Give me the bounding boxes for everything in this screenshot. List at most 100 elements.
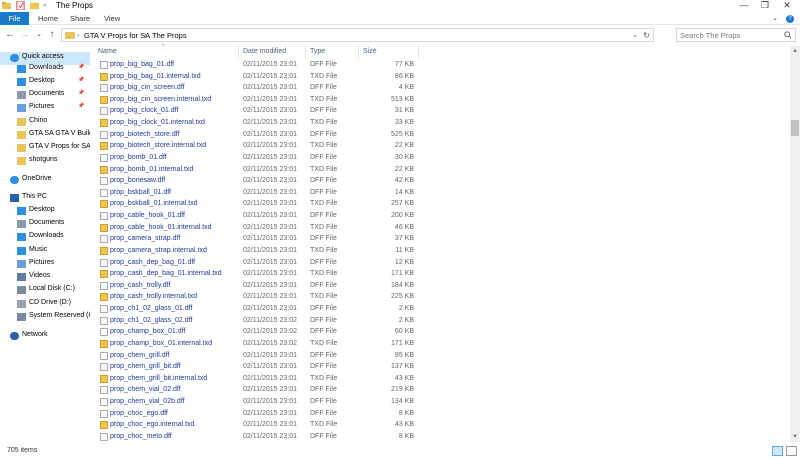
sidebar-item[interactable]: Downloads 📌 — [0, 63, 90, 76]
column-header-type[interactable]: Type — [310, 48, 325, 55]
file-name: prop_cash_trolly.dff — [110, 281, 171, 289]
details-view-icon[interactable] — [772, 446, 783, 456]
breadcrumb-separator[interactable]: › — [77, 29, 79, 42]
column-header-size[interactable]: Size — [363, 48, 377, 55]
scroll-down-icon[interactable]: ▼ — [790, 432, 800, 442]
file-row[interactable]: prop_bonesaw.dff 02/11/2015 23:01 DFF File… — [92, 175, 795, 187]
search-icon[interactable] — [784, 31, 792, 39]
address-bar[interactable]: › GTA V Props for SA › The Props ⌄ ↻ — [61, 28, 654, 42]
tab-home[interactable]: Home — [38, 12, 58, 25]
file-row[interactable]: prop_cash_trolly.dff 02/11/2015 23:01 DFF … — [92, 280, 795, 292]
properties-icon[interactable] — [16, 1, 25, 10]
file-row[interactable]: prop_cable_hook_01.internal.txd 02/11/201… — [92, 222, 795, 234]
file-icon — [100, 363, 108, 372]
scrollbar-thumb[interactable] — [791, 120, 799, 136]
sidebar-item[interactable]: Documents 📌 — [0, 89, 90, 102]
search-input[interactable] — [680, 30, 780, 41]
column-header-date[interactable]: Date modified — [243, 48, 286, 55]
breadcrumb-item[interactable]: The Props — [152, 29, 187, 42]
column-divider[interactable] — [418, 46, 419, 58]
sidebar-item[interactable]: Local Disk (C:) — [0, 284, 90, 297]
large-icons-view-icon[interactable] — [786, 446, 797, 456]
file-row[interactable]: prop_cash_dep_bag_01.dff 02/11/2015 23:01… — [92, 257, 795, 269]
sidebar-item[interactable]: Documents — [0, 218, 90, 231]
txd-file-icon — [100, 142, 108, 151]
tab-view[interactable]: View — [104, 12, 120, 25]
file-size: 43 KB — [394, 374, 414, 382]
sidebar-item[interactable]: Downloads — [0, 231, 90, 244]
file-row[interactable]: prop_camera_strap.internal.txd 02/11/2015… — [92, 245, 795, 257]
forward-button[interactable]: → — [19, 29, 31, 41]
file-row[interactable]: prop_chem_grill_bit.internal.txd 02/11/20… — [92, 373, 795, 385]
breadcrumb-item[interactable]: GTA V Props for SA — [84, 29, 150, 42]
file-row[interactable]: prop_cable_hook_01.dff 02/11/2015 23:01 DF… — [92, 210, 795, 222]
file-row[interactable]: prop_ch1_02_glass_02.dff 02/11/2015 23:02… — [92, 315, 795, 327]
column-divider[interactable] — [238, 46, 239, 58]
file-row[interactable]: prop_camera_strap.dff 02/11/2015 23:01 DFF… — [92, 233, 795, 245]
disk-icon — [17, 286, 26, 294]
scroll-up-icon[interactable]: ▲ — [790, 46, 800, 56]
file-row[interactable]: prop_big_cin_screen.internal.txd 02/11/20… — [92, 94, 795, 106]
file-row[interactable]: prop_big_cin_screen.dff 02/11/2015 23:01 D… — [92, 82, 795, 94]
sidebar-item[interactable]: Chino — [0, 116, 90, 129]
address-dropdown-icon[interactable]: ⌄ — [632, 29, 638, 42]
file-row[interactable]: prop_bskball_01.dff 02/11/2015 23:01 DFF F… — [92, 187, 795, 199]
sidebar-item[interactable]: This PC — [0, 192, 90, 205]
minimize-button[interactable]: — — [734, 0, 754, 11]
sidebar-item[interactable]: GTA SA GTA V Build — [0, 129, 90, 142]
column-divider[interactable] — [358, 46, 359, 58]
file-row[interactable]: prop_big_bag_01.dff 02/11/2015 23:01 DFF F… — [92, 59, 795, 71]
tab-file[interactable]: File — [0, 12, 29, 25]
sidebar-item[interactable]: Videos — [0, 271, 90, 284]
breadcrumb-separator[interactable]: › — [144, 29, 146, 42]
sidebar-item[interactable]: Pictures — [0, 258, 90, 271]
sidebar-item-label: Desktop — [29, 206, 55, 213]
sidebar-item[interactable]: Music — [0, 245, 90, 258]
file-row[interactable]: prop_chem_vial_02b.dff 02/11/2015 23:01 DF… — [92, 396, 795, 408]
sidebar-item[interactable]: System Reserved (G — [0, 311, 90, 324]
file-row[interactable]: prop_bomb_01.internal.txd 02/11/2015 23:0… — [92, 164, 795, 176]
sidebar-item[interactable]: Network — [0, 330, 90, 343]
file-row[interactable]: prop_cash_dep_bag_01.internal.txd 02/11/2… — [92, 268, 795, 280]
file-row[interactable]: prop_chem_vial_02.dff 02/11/2015 23:01 DFF… — [92, 384, 795, 396]
file-row[interactable]: prop_champ_box_01.dff 02/11/2015 23:02 DFF… — [92, 326, 795, 338]
file-row[interactable]: prop_champ_box_01.internal.txd 02/11/2015… — [92, 338, 795, 350]
file-row[interactable]: prop_big_bag_01.internal.txd 02/11/2015 2… — [92, 71, 795, 83]
expand-ribbon-icon[interactable]: ⌄ — [772, 15, 778, 22]
file-row[interactable]: prop_big_clock_01.dff 02/11/2015 23:01 DFF… — [92, 105, 795, 117]
refresh-icon[interactable]: ↻ — [643, 29, 650, 42]
file-row[interactable]: prop_big_clock_01.internal.txd 02/11/2015… — [92, 117, 795, 129]
column-divider[interactable] — [305, 46, 306, 58]
file-row[interactable]: prop_choc_ego.dff 02/11/2015 23:01 DFF Fil… — [92, 408, 795, 420]
file-row[interactable]: prop_choc_meto.dff 02/11/2015 23:01 DFF Fi… — [92, 431, 795, 442]
sidebar-item[interactable]: Pictures 📌 — [0, 102, 90, 115]
file-row[interactable]: prop_bskball_01.internal.txd 02/11/2015 2… — [92, 198, 795, 210]
sidebar-item[interactable]: CD Drive (D:) — [0, 298, 90, 311]
tab-share[interactable]: Share — [70, 12, 90, 25]
maximize-button[interactable]: ❐ — [755, 0, 775, 11]
sidebar-item[interactable]: Desktop 📌 — [0, 76, 90, 89]
sidebar-item[interactable]: OneDrive — [0, 174, 90, 187]
file-row[interactable]: prop_chem_grill.dff 02/11/2015 23:01 DFF F… — [92, 350, 795, 362]
new-folder-icon[interactable] — [30, 1, 39, 10]
sidebar-item[interactable]: Desktop — [0, 205, 90, 218]
sidebar-item[interactable]: shotguns — [0, 155, 90, 168]
sidebar-item[interactable]: GTA V Props for SA — [0, 142, 90, 155]
file-row[interactable]: prop_chem_grill_bit.dff 02/11/2015 23:01 D… — [92, 361, 795, 373]
column-header-name[interactable]: Name — [98, 48, 117, 55]
qa-dropdown-icon[interactable]: ⌄ — [42, 0, 48, 8]
up-button[interactable]: ↑ — [46, 29, 58, 41]
search-box[interactable] — [676, 28, 796, 42]
file-row[interactable]: prop_ch1_02_glass_01.dff 02/11/2015 23:01… — [92, 303, 795, 315]
recent-locations-button[interactable]: ⌄ — [33, 29, 45, 41]
close-button[interactable]: ✕ — [777, 0, 797, 11]
file-row[interactable]: prop_biotech_store.dff 02/11/2015 23:01 DF… — [92, 129, 795, 141]
file-row[interactable]: prop_cash_trolly.internal.txd 02/11/2015 … — [92, 291, 795, 303]
help-icon[interactable]: ? — [786, 15, 794, 23]
file-row[interactable]: prop_choc_ego.internal.txd 02/11/2015 23:… — [92, 419, 795, 431]
file-row[interactable]: prop_biotech_store.internal.txd 02/11/201… — [92, 140, 795, 152]
file-row[interactable]: prop_bomb_01.dff 02/11/2015 23:01 DFF File… — [92, 152, 795, 164]
vertical-scrollbar[interactable]: ▲ ▼ — [790, 46, 800, 442]
back-button[interactable]: ← — [4, 29, 16, 41]
file-icon — [100, 328, 108, 337]
